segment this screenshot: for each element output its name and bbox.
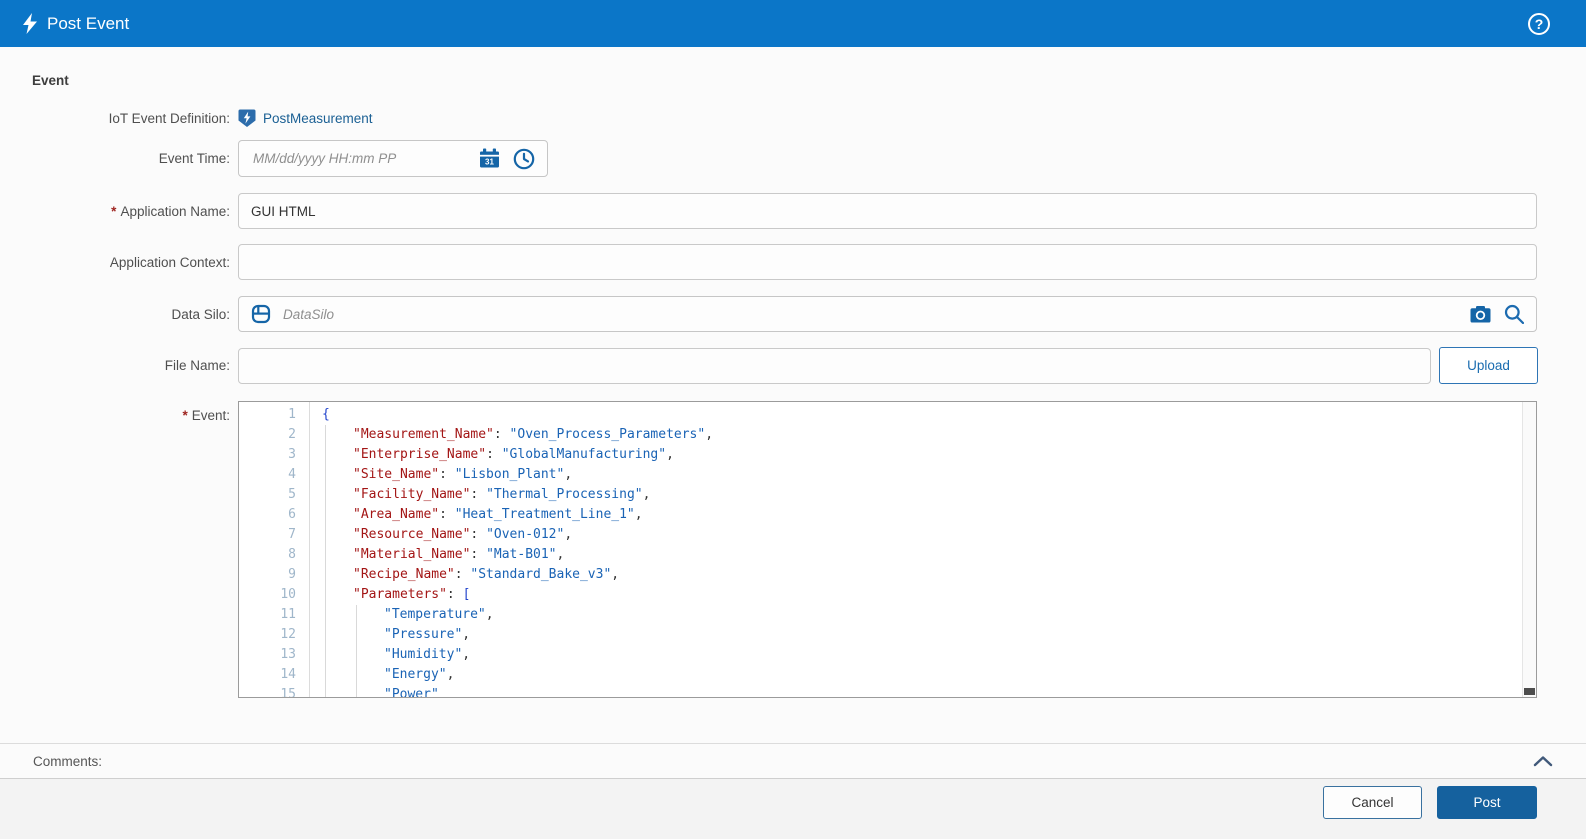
code-line: "Site_Name": "Lisbon_Plant", bbox=[310, 465, 1536, 485]
line-number: 4 bbox=[239, 465, 309, 485]
file-name-label: File Name: bbox=[0, 358, 230, 373]
code-line: "Resource_Name": "Oven-012", bbox=[310, 525, 1536, 545]
lightning-bolt-icon bbox=[22, 13, 38, 34]
line-number: 5 bbox=[239, 485, 309, 505]
upload-button[interactable]: Upload bbox=[1439, 347, 1538, 384]
required-asterisk: * bbox=[182, 408, 187, 423]
file-name-input[interactable] bbox=[238, 348, 1431, 384]
calendar-icon[interactable]: 31 bbox=[479, 148, 500, 169]
code-line: "Facility_Name": "Thermal_Processing", bbox=[310, 485, 1536, 505]
editor-code[interactable]: {"Measurement_Name": "Oven_Process_Param… bbox=[310, 402, 1536, 697]
indent-guide bbox=[325, 425, 326, 697]
post-event-form: Event IoT Event Definition: PostMeasurem… bbox=[0, 47, 1586, 743]
required-asterisk: * bbox=[111, 204, 116, 219]
database-icon bbox=[251, 304, 271, 324]
line-number: 9 bbox=[239, 565, 309, 585]
code-line: { bbox=[310, 405, 1536, 425]
indent-guide bbox=[356, 605, 357, 697]
clock-icon[interactable] bbox=[513, 148, 535, 170]
code-line: "Parameters": [ bbox=[310, 585, 1536, 605]
code-line: "Energy", bbox=[310, 665, 1536, 685]
row-event-time: Event Time: 31 bbox=[0, 140, 1586, 177]
line-number: 12 bbox=[239, 625, 309, 645]
event-code-editor[interactable]: 123456789101112131415 {"Measurement_Name… bbox=[238, 401, 1537, 698]
event-time-label: Event Time: bbox=[0, 151, 230, 166]
row-data-silo: Data Silo: bbox=[0, 296, 1586, 332]
row-iot-event-definition: IoT Event Definition: PostMeasurement bbox=[0, 109, 1586, 128]
application-context-label: Application Context: bbox=[0, 255, 230, 270]
code-line: "Power" bbox=[310, 685, 1536, 697]
code-line: "Humidity", bbox=[310, 645, 1536, 665]
line-number: 7 bbox=[239, 525, 309, 545]
code-line: "Recipe_Name": "Standard_Bake_v3", bbox=[310, 565, 1536, 585]
line-number: 15 bbox=[239, 685, 309, 698]
event-time-input[interactable] bbox=[251, 150, 466, 167]
line-number: 10 bbox=[239, 585, 309, 605]
code-line: "Measurement_Name": "Oven_Process_Parame… bbox=[310, 425, 1536, 445]
data-silo-field bbox=[238, 296, 1537, 332]
line-number: 2 bbox=[239, 425, 309, 445]
search-icon[interactable] bbox=[1504, 304, 1524, 324]
event-time-field: 31 bbox=[238, 140, 548, 177]
help-icon[interactable]: ? bbox=[1528, 13, 1550, 35]
line-number: 11 bbox=[239, 605, 309, 625]
line-number: 14 bbox=[239, 665, 309, 685]
row-application-name: *Application Name: bbox=[0, 193, 1586, 229]
iot-event-definition-label: IoT Event Definition: bbox=[0, 111, 230, 126]
code-line: "Area_Name": "Heat_Treatment_Line_1", bbox=[310, 505, 1536, 525]
post-button[interactable]: Post bbox=[1437, 786, 1537, 819]
application-name-label: *Application Name: bbox=[0, 204, 230, 219]
code-line: "Temperature", bbox=[310, 605, 1536, 625]
cancel-button[interactable]: Cancel bbox=[1323, 786, 1422, 819]
chevron-up-icon[interactable] bbox=[1533, 755, 1553, 767]
line-number: 3 bbox=[239, 445, 309, 465]
line-number: 6 bbox=[239, 505, 309, 525]
line-number: 13 bbox=[239, 645, 309, 665]
row-event: *Event: 123456789101112131415 {"Measurem… bbox=[0, 401, 1586, 698]
page-title: Post Event bbox=[47, 14, 129, 34]
editor-scrollbar-thumb[interactable] bbox=[1524, 688, 1535, 695]
svg-text:31: 31 bbox=[485, 158, 494, 167]
row-file-name: File Name: Upload bbox=[0, 347, 1586, 384]
data-silo-label: Data Silo: bbox=[0, 307, 230, 322]
code-line: "Pressure", bbox=[310, 625, 1536, 645]
editor-gutter: 123456789101112131415 bbox=[239, 402, 310, 697]
section-title: Event bbox=[32, 73, 1586, 88]
event-definition-badge-icon bbox=[238, 109, 256, 128]
application-name-input[interactable] bbox=[238, 193, 1537, 229]
comments-bar: Comments: bbox=[0, 743, 1586, 778]
action-footer: Cancel Post bbox=[0, 778, 1586, 839]
row-application-context: Application Context: bbox=[0, 244, 1586, 280]
application-context-input[interactable] bbox=[238, 244, 1537, 280]
title-bar: Post Event ? bbox=[0, 0, 1586, 47]
line-number: 8 bbox=[239, 545, 309, 565]
editor-scrollbar[interactable] bbox=[1522, 402, 1536, 697]
code-line: "Enterprise_Name": "GlobalManufacturing"… bbox=[310, 445, 1536, 465]
camera-icon[interactable] bbox=[1470, 306, 1491, 323]
data-silo-input[interactable] bbox=[281, 306, 1457, 323]
event-definition-link[interactable]: PostMeasurement bbox=[263, 111, 373, 126]
event-label: *Event: bbox=[0, 401, 230, 423]
code-line: "Material_Name": "Mat-B01", bbox=[310, 545, 1536, 565]
line-number: 1 bbox=[239, 405, 309, 425]
comments-label: Comments: bbox=[33, 754, 102, 769]
